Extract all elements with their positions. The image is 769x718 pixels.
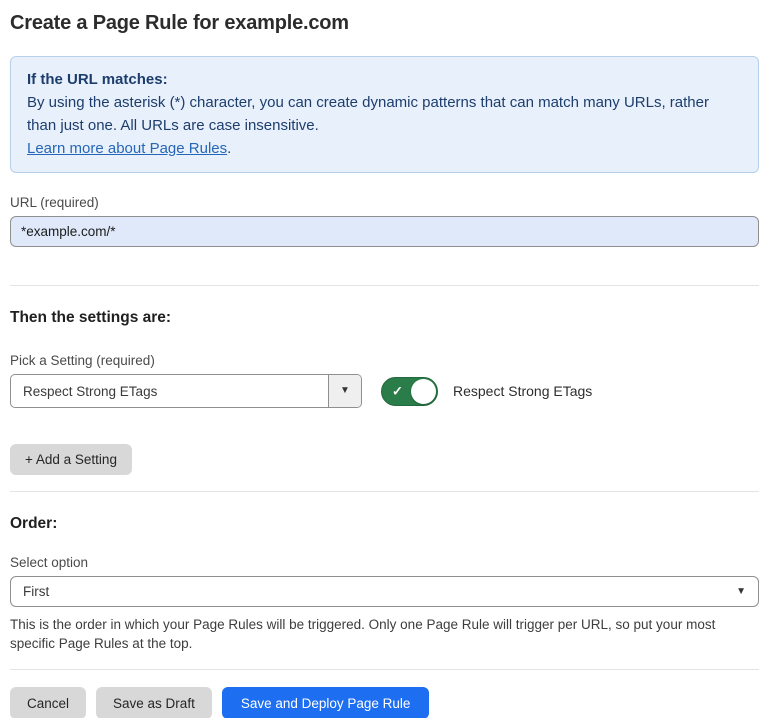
chevron-down-icon: ▼ <box>340 386 350 396</box>
url-input[interactable] <box>10 216 759 247</box>
section-divider <box>10 491 759 492</box>
setting-row: Respect Strong ETags ▼ ✓ Respect Strong … <box>10 374 759 408</box>
etag-toggle[interactable]: ✓ <box>381 377 438 406</box>
learn-more-link[interactable]: Learn more about Page Rules <box>27 140 227 157</box>
order-select-label: Select option <box>10 555 759 570</box>
info-box-heading: If the URL matches: <box>27 68 742 91</box>
setting-select-arrow-button[interactable]: ▼ <box>328 375 361 407</box>
info-box-body: By using the asterisk (*) character, you… <box>27 91 742 137</box>
setting-select-value: Respect Strong ETags <box>11 384 157 399</box>
settings-heading: Then the settings are: <box>10 309 759 327</box>
info-box-link-line: Learn more about Page Rules. <box>27 137 742 160</box>
order-heading: Order: <box>10 515 759 533</box>
section-divider <box>10 285 759 286</box>
order-select-value: First <box>23 584 49 599</box>
check-icon: ✓ <box>392 385 403 398</box>
pick-setting-label: Pick a Setting (required) <box>10 353 759 368</box>
setting-select[interactable]: Respect Strong ETags ▼ <box>10 374 362 408</box>
add-setting-button[interactable]: + Add a Setting <box>10 444 132 475</box>
save-deploy-button[interactable]: Save and Deploy Page Rule <box>222 687 430 718</box>
footer-divider <box>10 669 759 670</box>
toggle-knob <box>411 379 436 404</box>
toggle-label: Respect Strong ETags <box>453 383 592 399</box>
page-title: Create a Page Rule for example.com <box>10 12 759 35</box>
order-select[interactable]: First ▼ <box>10 576 759 607</box>
url-label: URL (required) <box>10 195 759 210</box>
cancel-button[interactable]: Cancel <box>10 687 86 718</box>
chevron-down-icon: ▼ <box>736 587 746 597</box>
footer-actions: Cancel Save as Draft Save and Deploy Pag… <box>10 687 759 718</box>
save-draft-button[interactable]: Save as Draft <box>96 687 212 718</box>
create-page-rule-form: Create a Page Rule for example.com If th… <box>0 0 769 718</box>
link-period: . <box>227 140 231 157</box>
order-help-text: This is the order in which your Page Rul… <box>10 615 759 653</box>
url-match-info-box: If the URL matches: By using the asteris… <box>10 56 759 173</box>
